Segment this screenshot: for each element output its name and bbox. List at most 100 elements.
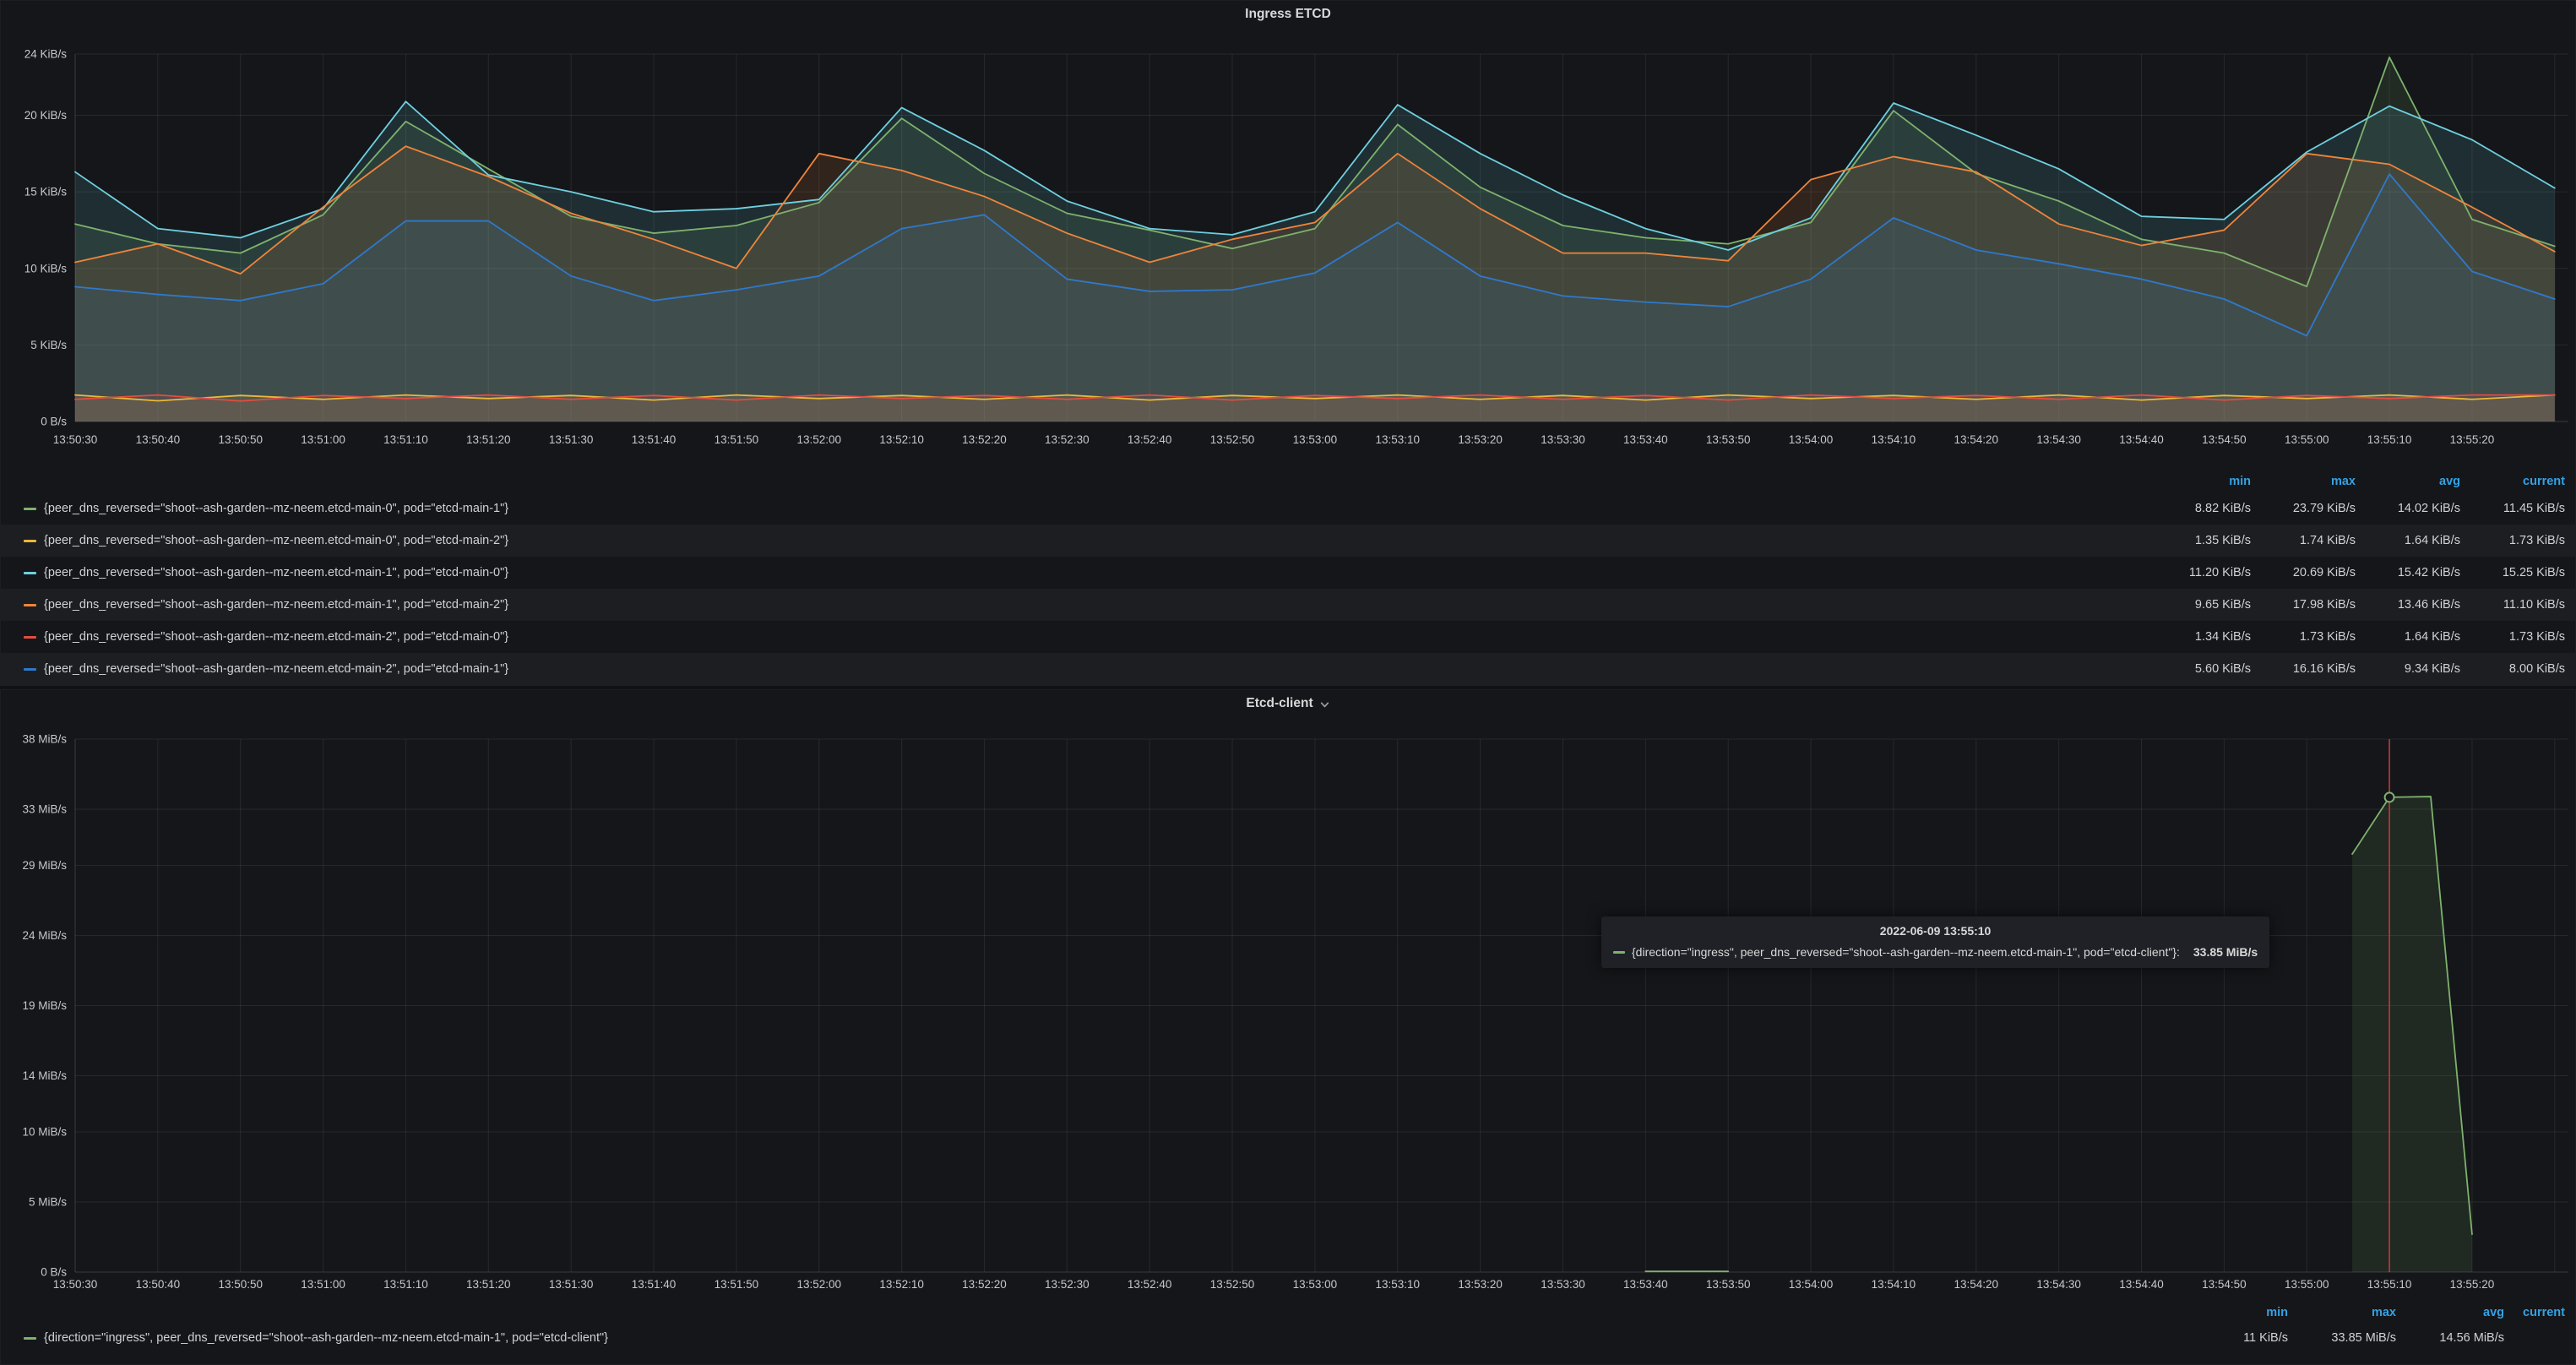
x-axis-tick-label: 13:53:30: [1541, 433, 1585, 446]
legend-col-current[interactable]: current: [2460, 475, 2565, 488]
x-axis-tick-label: 13:53:50: [1706, 433, 1751, 446]
tooltip-series-value: 33.85 MiB/s: [2193, 945, 2258, 959]
legend-stat-avg: 1.64 KiB/s: [2356, 630, 2460, 644]
legend-stat-max: 1.73 KiB/s: [2251, 630, 2356, 644]
ingress-etcd-legend: min max avg current {peer_dns_reversed="…: [1, 470, 2575, 685]
x-axis-tick-label: 13:53:20: [1458, 433, 1503, 446]
legend-stat-max: 23.79 KiB/s: [2251, 502, 2356, 515]
legend-series-label[interactable]: {peer_dns_reversed="shoot--ash-garden--m…: [44, 534, 2146, 547]
x-axis-tick-label: 13:52:30: [1045, 433, 1090, 446]
series-color-dash-icon[interactable]: [24, 540, 36, 542]
legend-stat-avg: 15.42 KiB/s: [2356, 566, 2460, 579]
x-axis-tick-label: 13:51:10: [383, 1278, 428, 1291]
legend-col-avg[interactable]: avg: [2396, 1306, 2504, 1319]
y-axis-tick-label: 10 MiB/s: [22, 1125, 67, 1138]
series-color-dash-icon[interactable]: [24, 572, 36, 574]
x-axis-tick-label: 13:55:20: [2450, 1278, 2495, 1291]
legend-row: {peer_dns_reversed="shoot--ash-garden--m…: [1, 653, 2575, 685]
legend-series-label[interactable]: {peer_dns_reversed="shoot--ash-garden--m…: [44, 662, 2146, 676]
legend-stat-max: 33.85 MiB/s: [2288, 1331, 2396, 1345]
legend-col-min[interactable]: min: [2180, 1306, 2288, 1319]
x-axis-tick-label: 13:54:40: [2119, 433, 2164, 446]
x-axis-tick-label: 13:54:10: [1872, 433, 1916, 446]
etcd-client-legend: min max avg current {direction="ingress"…: [1, 1301, 2575, 1352]
y-axis-tick-label: 20 KiB/s: [24, 109, 68, 122]
x-axis-tick-label: 13:53:40: [1623, 433, 1668, 446]
x-axis-tick-label: 13:53:10: [1375, 1278, 1420, 1291]
series-color-dash-icon[interactable]: [24, 636, 36, 639]
legend-stat-min: 5.60 KiB/s: [2146, 662, 2251, 676]
x-axis-tick-label: 13:52:50: [1210, 1278, 1255, 1291]
x-axis-tick-label: 13:53:30: [1541, 1278, 1585, 1291]
legend-stat-min: 8.82 KiB/s: [2146, 502, 2251, 515]
legend-stat-max: 16.16 KiB/s: [2251, 662, 2356, 676]
y-axis-tick-label: 38 MiB/s: [22, 733, 67, 746]
legend-stat-avg: 1.64 KiB/s: [2356, 534, 2460, 547]
legend-header: min max avg current: [1, 470, 2575, 492]
y-axis-tick-label: 0 B/s: [41, 416, 67, 428]
legend-series-label[interactable]: {peer_dns_reversed="shoot--ash-garden--m…: [44, 630, 2146, 644]
legend-row: {peer_dns_reversed="shoot--ash-garden--m…: [1, 621, 2575, 653]
panel-title-text: Ingress ETCD: [1245, 7, 1331, 22]
legend-stat-min: 1.35 KiB/s: [2146, 534, 2251, 547]
tooltip-series-row: {direction="ingress", peer_dns_reversed=…: [1613, 945, 2258, 959]
legend-series-label[interactable]: {direction="ingress", peer_dns_reversed=…: [44, 1331, 2180, 1345]
x-axis-tick-label: 13:52:10: [879, 1278, 924, 1291]
x-axis-tick-label: 13:51:20: [466, 433, 511, 446]
series-color-dash-icon[interactable]: [24, 604, 36, 606]
x-axis-tick-label: 13:50:30: [53, 1278, 98, 1291]
x-axis-tick-label: 13:53:20: [1458, 1278, 1503, 1291]
legend-row: {peer_dns_reversed="shoot--ash-garden--m…: [1, 557, 2575, 589]
y-axis-tick-label: 0 B/s: [41, 1266, 67, 1279]
x-axis-tick-label: 13:50:30: [53, 433, 98, 446]
panel-ingress-etcd: Ingress ETCD 0 B/s5 KiB/s10 KiB/s15 KiB/…: [0, 0, 2576, 686]
x-axis-tick-label: 13:52:00: [796, 433, 841, 446]
etcd-client-chart[interactable]: 0 B/s5 MiB/s10 MiB/s14 MiB/s19 MiB/s24 M…: [1, 690, 2576, 1365]
x-axis-tick-label: 13:54:50: [2202, 1278, 2247, 1291]
legend-col-max[interactable]: max: [2251, 475, 2356, 488]
x-axis-tick-label: 13:54:30: [2036, 433, 2081, 446]
legend-row: {peer_dns_reversed="shoot--ash-garden--m…: [1, 589, 2575, 621]
tooltip-series-dash-icon: [1613, 951, 1625, 954]
series-color-dash-icon[interactable]: [24, 1337, 36, 1340]
x-axis-tick-label: 13:54:10: [1872, 1278, 1916, 1291]
x-axis-tick-label: 13:54:30: [2036, 1278, 2081, 1291]
legend-col-avg[interactable]: avg: [2356, 475, 2460, 488]
x-axis-tick-label: 13:54:00: [1789, 433, 1834, 446]
legend-stat-min: 9.65 KiB/s: [2146, 598, 2251, 612]
legend-col-current[interactable]: current: [2504, 1306, 2565, 1319]
series-color-dash-icon[interactable]: [24, 668, 36, 671]
y-axis-tick-label: 14 MiB/s: [22, 1069, 67, 1082]
legend-col-min[interactable]: min: [2146, 475, 2251, 488]
legend-stat-min: 11.20 KiB/s: [2146, 566, 2251, 579]
y-axis-tick-label: 24 KiB/s: [24, 48, 68, 61]
x-axis-tick-label: 13:54:40: [2119, 1278, 2164, 1291]
x-axis-tick-label: 13:53:40: [1623, 1278, 1668, 1291]
legend-stat-current: 11.10 KiB/s: [2460, 598, 2565, 612]
legend-col-max[interactable]: max: [2288, 1306, 2396, 1319]
x-axis-tick-label: 13:52:10: [879, 433, 924, 446]
x-axis-tick-label: 13:52:30: [1045, 1278, 1090, 1291]
x-axis-tick-label: 13:55:00: [2285, 433, 2329, 446]
x-axis-tick-label: 13:51:50: [715, 1278, 759, 1291]
panel-title-etcd-client[interactable]: Etcd-client: [1, 692, 2575, 715]
x-axis-tick-label: 13:51:40: [632, 1278, 677, 1291]
series-fill: [2352, 797, 2472, 1272]
panel-title-ingress-etcd[interactable]: Ingress ETCD: [1, 3, 2575, 26]
grafana-dashboard: Ingress ETCD 0 B/s5 KiB/s10 KiB/s15 KiB/…: [0, 0, 2576, 1365]
x-axis-tick-label: 13:55:10: [2367, 433, 2412, 446]
legend-series-label[interactable]: {peer_dns_reversed="shoot--ash-garden--m…: [44, 502, 2146, 515]
series-color-dash-icon[interactable]: [24, 508, 36, 510]
x-axis-tick-label: 13:53:10: [1375, 433, 1420, 446]
chevron-down-icon: [1319, 699, 1330, 710]
x-axis-tick-label: 13:50:40: [136, 433, 181, 446]
y-axis-tick-label: 15 KiB/s: [24, 186, 68, 198]
x-axis-tick-label: 13:52:00: [796, 1278, 841, 1291]
y-axis-tick-label: 5 MiB/s: [29, 1195, 67, 1208]
x-axis-tick-label: 13:50:40: [136, 1278, 181, 1291]
y-axis-tick-label: 33 MiB/s: [22, 803, 67, 816]
legend-series-label[interactable]: {peer_dns_reversed="shoot--ash-garden--m…: [44, 566, 2146, 579]
tooltip-series-label: {direction="ingress", peer_dns_reversed=…: [1632, 945, 2180, 959]
legend-series-label[interactable]: {peer_dns_reversed="shoot--ash-garden--m…: [44, 598, 2146, 612]
legend-stat-current: 1.73 KiB/s: [2460, 630, 2565, 644]
